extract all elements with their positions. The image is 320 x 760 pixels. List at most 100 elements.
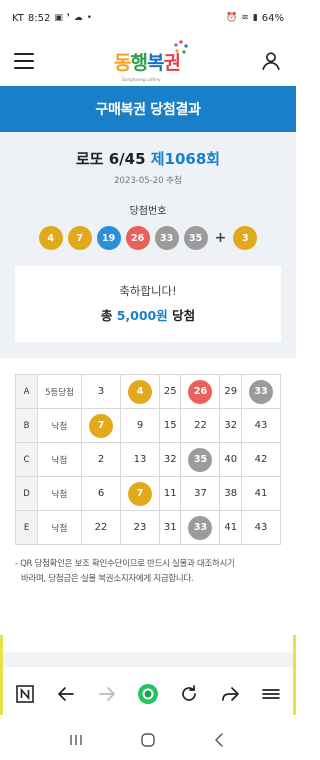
matched-number-ball: 35 [188, 447, 213, 472]
menu-icon[interactable] [256, 679, 286, 709]
ticket-number: 40 [224, 454, 238, 465]
winning-numbers-label: 당첨번호 [129, 206, 167, 217]
user-icon[interactable] [260, 50, 282, 72]
logo-char: 동 [114, 51, 132, 74]
game-id: D [15, 476, 38, 511]
bonus-ball: 3 [233, 226, 258, 250]
prize-prefix: 총 [100, 308, 117, 323]
ticket-number-cell: 13 [120, 442, 161, 477]
menu-button[interactable] [14, 53, 34, 69]
ticket-number-cell: 25 [159, 374, 182, 409]
prize-suffix: 당첨 [167, 308, 196, 323]
page-title: 구매복권 당첨결과 [95, 102, 201, 118]
game-id: A [15, 374, 38, 409]
matched-number-ball: 33 [188, 515, 213, 540]
draw-title: 로또 6/45 제1068회 [15, 148, 281, 169]
winning-ball: 35 [183, 226, 208, 250]
app-header: 동 행 복 권 Donghaeng Lottery [0, 36, 296, 86]
chat-notification-icon: ❜ [66, 13, 70, 23]
ticket-number: 3 [97, 386, 105, 397]
n-icon[interactable] [10, 679, 40, 709]
status-bar: KT 8:52 ▣ ❜ ☁ • ⏰ ≋ ▮ 64% [0, 0, 296, 36]
recent-apps-icon[interactable] [64, 728, 88, 752]
page-title-bar: 구매복권 당첨결과 [0, 86, 296, 132]
winning-ball: 7 [67, 226, 92, 250]
ticket-number-cell: 33 [180, 510, 221, 545]
ticket-number-cell: 9 [120, 408, 161, 443]
ticket-number: 43 [254, 420, 268, 431]
ticket-number-cell: 40 [219, 442, 242, 477]
donghaeng-logo[interactable]: 동 행 복 권 Donghaeng Lottery [114, 39, 188, 82]
game-id: B [15, 408, 38, 443]
ticket-number: 22 [94, 522, 108, 533]
ticket-number: 31 [163, 522, 177, 533]
ticket-number-cell: 3 [80, 374, 122, 409]
ticket-row: B 낙첨 7 9 15 22 32 43 [15, 408, 282, 443]
ticket-number-cell: 31 [159, 510, 182, 545]
matched-number-ball: 7 [89, 413, 113, 438]
ticket-number-cell: 33 [240, 374, 282, 409]
ticket-number-cell: 22 [80, 510, 122, 545]
forward-arrow-icon[interactable] [92, 679, 122, 709]
clock: 8:52 [27, 12, 51, 24]
edge-panel-handle[interactable] [0, 635, 3, 715]
ticket-number-cell: 32 [159, 442, 182, 477]
winning-ball: 33 [154, 226, 179, 250]
draw-date: 2023-05-20 추첨 [114, 176, 182, 186]
game-result: 낙첨 [37, 408, 82, 443]
home-dot-icon[interactable] [133, 679, 163, 709]
ticket-number-cell: 11 [159, 476, 182, 511]
ticket-number-cell: 7 [80, 408, 122, 443]
system-navigation-bar [0, 720, 296, 760]
draw-result-section: 로또 6/45 제1068회 2023-05-20 추첨 당첨번호 4 7 19… [0, 132, 296, 358]
home-icon[interactable] [136, 728, 160, 752]
ticket-number: 32 [224, 420, 238, 431]
prize-amount: 5,000원 [116, 308, 168, 323]
menu-bar [14, 60, 34, 62]
ticket-number-cell: 43 [240, 510, 282, 545]
draw-round: 제1068회 [150, 150, 221, 168]
logo-char: 행 [130, 51, 149, 74]
ticket-number-cell: 15 [159, 408, 182, 443]
game-result: 5등당첨 [37, 374, 82, 409]
notice-line: 바라며, 당첨금은 실물 복권소지자에게 지급합니다. [21, 573, 194, 584]
ticket-number: 41 [254, 488, 268, 499]
ticket-number-cell: 23 [120, 510, 161, 545]
edge-panel-handle[interactable] [293, 635, 296, 715]
cloud-notification-icon: ☁ [73, 13, 83, 23]
game-result: 낙첨 [37, 476, 82, 511]
back-arrow-icon[interactable] [51, 679, 81, 709]
ticket-number-cell: 7 [120, 476, 161, 511]
ticket-number: 29 [224, 386, 238, 397]
ticket-number-cell: 22 [180, 408, 221, 443]
back-icon[interactable] [208, 728, 232, 752]
ticket-number-cell: 4 [120, 374, 161, 409]
ticket-number: 22 [194, 420, 207, 431]
logo-burst-icon [174, 39, 188, 54]
ticket-number: 41 [224, 522, 238, 533]
winning-numbers: 4 7 19 26 33 35 + 3 [15, 226, 281, 250]
logo-char: 복 [147, 51, 165, 74]
logo-subtitle: Donghaeng Lottery [122, 76, 161, 82]
ticket-number-cell: 38 [219, 476, 242, 511]
carrier-label: KT [12, 12, 24, 24]
winning-ball: 4 [38, 226, 63, 250]
winning-ball: 26 [125, 226, 150, 250]
ticket-number-cell: 35 [180, 442, 221, 477]
game-name: 로또 6/45 [75, 150, 146, 168]
notice-text: - QR 당첨확인은 보조 확인수단이므로 반드시 실물과 대조하시기 바라며,… [0, 545, 296, 587]
ticket-number-cell: 32 [219, 408, 242, 443]
gallery-notification-icon: ▣ [54, 13, 63, 23]
ticket-number-cell: 2 [80, 442, 122, 477]
refresh-icon[interactable] [174, 679, 204, 709]
battery-level: 64% [261, 12, 284, 24]
share-icon[interactable] [215, 679, 245, 709]
ticket-number: 37 [194, 488, 207, 499]
game-result: 낙첨 [37, 442, 82, 477]
ticket-number: 25 [163, 386, 177, 397]
congrats-message: 축하합니다! [119, 284, 177, 298]
ticket-row: D 낙첨 6 7 11 37 38 41 [15, 476, 282, 511]
prize-total: 총 5,000원 당첨 [25, 305, 271, 324]
congrats-card: 축하합니다! 총 5,000원 당첨 [15, 266, 281, 342]
wifi-icon: ≋ [241, 13, 249, 23]
